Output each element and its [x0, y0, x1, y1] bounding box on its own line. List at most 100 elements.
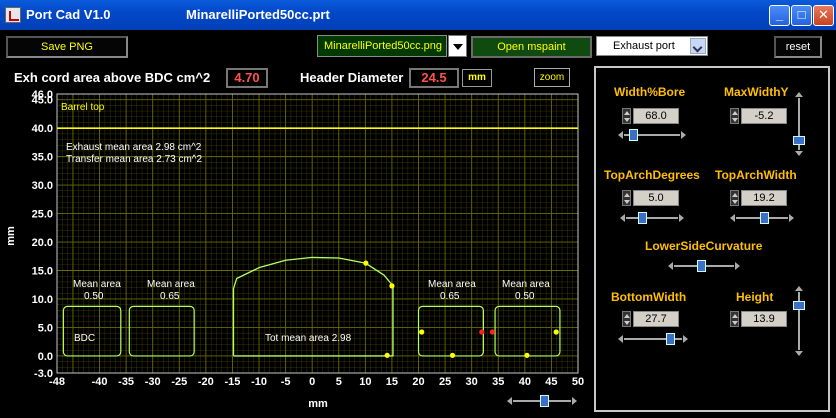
exh-area-value: 4.70 — [226, 68, 268, 88]
app-title: Port Cad V1.0 — [26, 7, 111, 22]
control-point — [363, 260, 369, 266]
max-width-y-value[interactable]: -5.2 — [741, 108, 787, 124]
control-point — [479, 329, 485, 335]
x-tick-label: -30 — [145, 376, 161, 388]
port-select[interactable]: Exhaust port — [596, 36, 708, 56]
top-arch-degrees-spin-icon[interactable] — [622, 190, 631, 206]
chevron-down-icon[interactable] — [690, 38, 706, 54]
width-bore-slider[interactable] — [618, 129, 686, 141]
top-arch-degrees-value[interactable]: 5.0 — [633, 190, 679, 206]
top-arch-width-value[interactable]: 19.2 — [741, 190, 787, 206]
scroll-left-icon[interactable] — [507, 397, 512, 405]
max-width-y-slider-thumb[interactable] — [793, 135, 805, 145]
maximize-button[interactable]: □ — [791, 5, 812, 26]
lower-side-curvature-slider-thumb[interactable] — [696, 260, 706, 272]
png-filename-field[interactable]: MinarelliPorted50cc.png — [317, 35, 447, 57]
max-width-y-slider[interactable] — [793, 92, 805, 156]
y-tick-label: 35.0 — [32, 152, 53, 164]
lower-side-curvature-slider[interactable] — [668, 260, 740, 272]
y-tick-label: 5.0 — [38, 322, 53, 334]
max-width-y-spin-icon[interactable] — [730, 108, 739, 124]
port-select-value: Exhaust port — [613, 40, 675, 52]
bottom-width-value[interactable]: 27.7 — [633, 311, 679, 327]
port-plot[interactable]: -48 -40 -35 -30 -25 -20 -15 -10 -5 0 5 10 15 20 25 30 35… — [0, 88, 590, 408]
y-tick-label: 45.0 — [32, 95, 53, 107]
save-png-button[interactable]: Save PNG — [6, 36, 128, 58]
height-value[interactable]: 13.9 — [741, 311, 787, 327]
height-slider-thumb[interactable] — [793, 300, 805, 310]
top-arch-width-slider[interactable] — [730, 212, 794, 224]
x-tick-label: 40 — [519, 376, 531, 388]
plot-grid — [56, 93, 579, 374]
x-tick-label: 30 — [466, 376, 478, 388]
y-tick-label: 20.0 — [32, 237, 53, 249]
top-arch-degrees-slider[interactable] — [620, 212, 684, 224]
header-diameter-value[interactable]: 24.5 — [409, 68, 459, 88]
y-tick-label: 0.0 — [38, 351, 53, 363]
x-tick-label: 0 — [309, 376, 315, 388]
open-mspaint-button[interactable]: Open mspaint — [471, 36, 592, 58]
width-bore-slider-thumb[interactable] — [628, 129, 638, 141]
x-tick-label: 10 — [359, 376, 371, 388]
y-tick-label: 40.0 — [32, 123, 53, 135]
png-filename-dropdown-icon[interactable] — [448, 35, 467, 57]
max-width-y-label: MaxWidthY — [724, 85, 789, 99]
control-point — [419, 329, 425, 335]
bottom-width-spin-icon[interactable] — [622, 311, 631, 327]
y-tick-label: -3.0 — [34, 368, 53, 380]
plot-scroll-slider[interactable] — [507, 395, 577, 407]
height-slider[interactable] — [793, 286, 805, 356]
mean-area-label-3: Mean area — [428, 279, 476, 290]
width-bore-value[interactable]: 68.0 — [633, 108, 679, 124]
document-title: MinarelliPorted50cc.prt — [186, 7, 330, 22]
width-bore-spin-icon[interactable] — [622, 108, 631, 124]
x-tick-label: -20 — [198, 376, 214, 388]
x-tick-label: 35 — [492, 376, 504, 388]
top-arch-width-spin-icon[interactable] — [730, 190, 739, 206]
control-point — [489, 329, 496, 335]
x-tick-label: -25 — [171, 376, 187, 388]
mean-area-label-2: Mean area — [147, 279, 195, 290]
top-arch-width-slider-thumb[interactable] — [759, 212, 769, 224]
control-point — [553, 329, 559, 335]
title-bar: Port Cad V1.0 MinarelliPorted50cc.prt _ … — [0, 0, 836, 30]
bottom-width-label: BottomWidth — [611, 290, 687, 304]
tot-mean-area-label: Tot mean area 2.98 — [265, 333, 352, 344]
control-point — [384, 352, 390, 358]
parameter-panel: Width%Bore 68.0 MaxWidthY -5.2 TopArchDe… — [594, 66, 830, 412]
mean-area-label-1: Mean area — [73, 279, 121, 290]
mean-area-value-2: 0.65 — [160, 291, 180, 302]
mean-area-value-3: 0.65 — [440, 291, 460, 302]
zoom-button[interactable]: zoom — [534, 68, 570, 87]
bottom-width-slider-thumb[interactable] — [665, 333, 675, 345]
mean-area-value-1: 0.50 — [84, 291, 104, 302]
x-tick-label: 50 — [572, 376, 584, 388]
height-spin-icon[interactable] — [730, 311, 739, 327]
close-button[interactable]: ✕ — [813, 5, 834, 26]
scroll-right-icon[interactable] — [572, 397, 577, 405]
y-axis-title: mm — [5, 226, 17, 246]
diameter-unit: mm — [462, 69, 492, 87]
x-tick-label: 45 — [545, 376, 557, 388]
x-tick-label: 5 — [336, 376, 342, 388]
x-tick-label: 15 — [386, 376, 398, 388]
plot-scroll-thumb[interactable] — [539, 395, 549, 407]
x-tick-label: -5 — [281, 376, 291, 388]
control-point — [389, 283, 395, 289]
top-arch-degrees-slider-thumb[interactable] — [638, 212, 648, 224]
x-tick-label: 20 — [412, 376, 424, 388]
x-tick-label: -40 — [92, 376, 108, 388]
x-axis-title: mm — [308, 398, 328, 408]
app-icon — [5, 7, 21, 23]
x-tick-label: -10 — [251, 376, 267, 388]
lower-side-curvature-label: LowerSideCurvature — [645, 239, 763, 253]
barrel-top-label: Barrel top — [61, 102, 105, 113]
control-point — [449, 352, 456, 358]
x-tick-label: -15 — [224, 376, 240, 388]
bdc-label: BDC — [74, 333, 95, 344]
transfer-mean-label: Transfer mean area 2.73 cm^2 — [66, 154, 202, 165]
reset-button[interactable]: reset — [774, 36, 822, 58]
minimize-button[interactable]: _ — [769, 5, 790, 26]
mean-area-label-4: Mean area — [502, 279, 550, 290]
bottom-width-slider[interactable] — [618, 333, 688, 345]
